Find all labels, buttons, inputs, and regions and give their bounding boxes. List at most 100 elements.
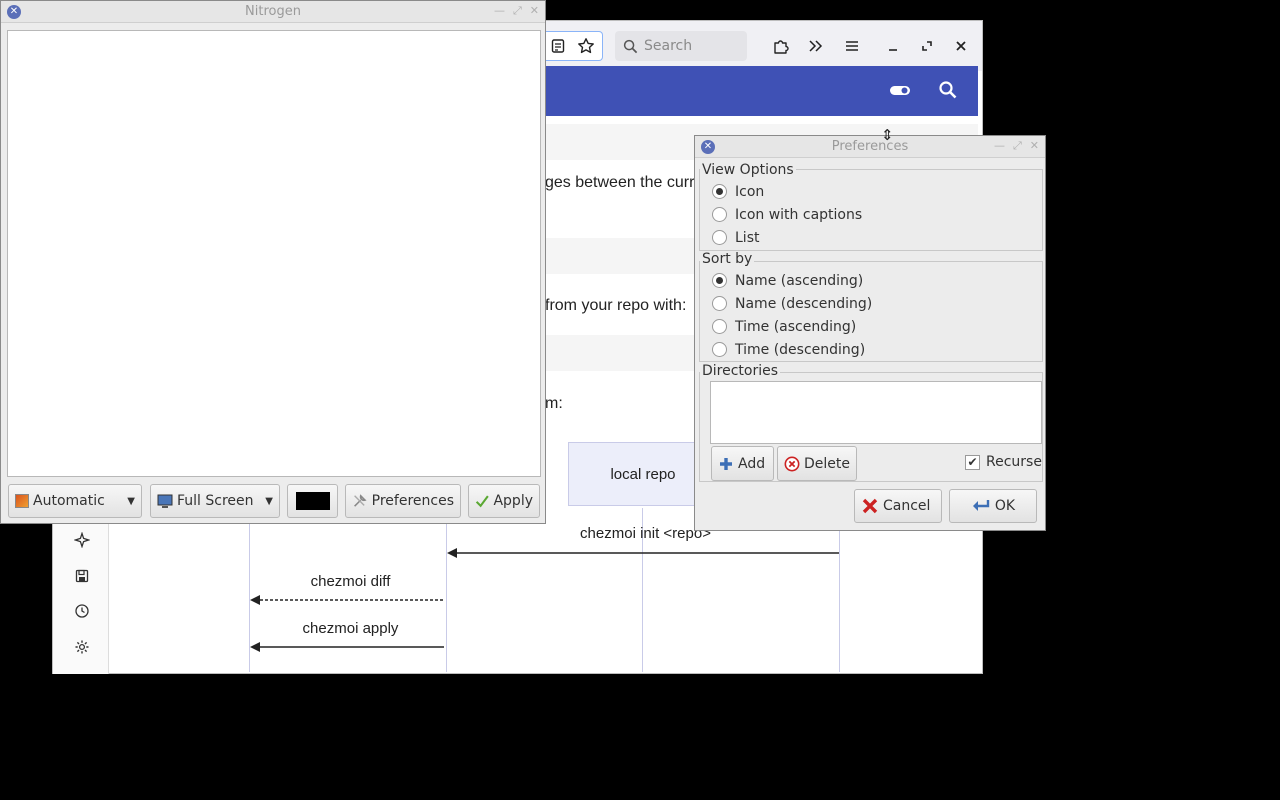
search-input[interactable]: Search <box>615 31 747 61</box>
minimize-icon[interactable]: — <box>994 139 1005 153</box>
plus-icon <box>720 457 732 470</box>
bookmark-star-icon[interactable] <box>573 33 599 59</box>
wallpaper-list[interactable] <box>7 30 541 477</box>
window-close-icon[interactable]: ✕ <box>7 5 21 19</box>
window-title: Preferences <box>831 139 909 154</box>
radio-button[interactable] <box>712 230 727 245</box>
radio-list[interactable]: List <box>712 226 862 249</box>
monitor-icon <box>157 494 173 508</box>
window-close-icon[interactable]: ✕ <box>701 140 715 154</box>
radio-label: Name (descending) <box>735 295 873 312</box>
sidebar <box>53 516 109 674</box>
radio-button[interactable] <box>712 296 727 311</box>
radio-name-ascending[interactable]: Name (ascending) <box>712 269 872 292</box>
history-clock-icon[interactable] <box>71 600 93 622</box>
dropdown-arrow-icon: ▼ <box>265 495 273 507</box>
overflow-chevron-icon[interactable] <box>803 33 829 59</box>
message-arrow <box>250 641 446 657</box>
search-icon <box>623 39 638 53</box>
view-options-group: Icon Icon with captions List <box>712 180 862 249</box>
close-icon[interactable]: ✕ <box>530 4 539 18</box>
radio-time-descending[interactable]: Time (descending) <box>712 338 872 361</box>
mode-select[interactable]: Automatic ▼ <box>8 484 142 518</box>
directories-list[interactable] <box>710 381 1042 444</box>
close-icon[interactable] <box>948 33 974 59</box>
preferences-button-label: Preferences <box>371 493 454 509</box>
settings-gear-icon[interactable] <box>71 636 93 658</box>
cancel-x-icon <box>862 498 878 514</box>
maximize-icon[interactable]: ⤢ <box>513 4 522 18</box>
cancel-button[interactable]: Cancel <box>854 489 942 523</box>
save-disk-icon[interactable] <box>71 565 93 587</box>
size-select[interactable]: Full Screen ▼ <box>150 484 280 518</box>
participant-label: local repo <box>610 465 676 483</box>
radio-label: Time (ascending) <box>735 318 857 335</box>
preferences-titlebar[interactable]: ✕ Preferences — ⤢ ✕ <box>695 136 1045 158</box>
minimize-icon[interactable]: — <box>494 4 505 18</box>
sort-by-title: Sort by <box>700 251 755 267</box>
resize-cursor-icon: ⇕ <box>881 126 894 144</box>
radio-label: List <box>735 229 760 246</box>
site-search-icon[interactable] <box>938 80 958 104</box>
page-text-line: from your repo with: <box>545 297 687 314</box>
cancel-button-label: Cancel <box>883 498 931 514</box>
sort-by-group: Name (ascending) Name (descending) Time … <box>712 269 872 361</box>
radio-label: Icon <box>735 183 765 200</box>
window-controls: — ⤢ ✕ <box>494 4 539 18</box>
search-placeholder: Search <box>644 38 693 54</box>
recurse-label: Recurse <box>986 454 1042 470</box>
radio-button[interactable] <box>712 207 727 222</box>
checkbox[interactable]: ✔ <box>965 454 980 470</box>
tools-icon <box>354 494 367 507</box>
preferences-dialog: ✕ Preferences — ⤢ ✕ ⇕ View Options Icon … <box>694 126 1046 531</box>
recurse-checkbox[interactable]: ✔ Recurse <box>965 454 1042 470</box>
menu-hamburger-icon[interactable] <box>839 33 865 59</box>
reader-mode-icon[interactable] <box>545 33 571 59</box>
message-label: chezmoi apply <box>302 620 399 637</box>
nitrogen-window: ✕ Nitrogen — ⤢ ✕ Automatic ▼ Full Screen… <box>0 0 546 524</box>
apply-button[interactable]: Apply <box>468 484 540 518</box>
minimize-icon[interactable] <box>880 33 906 59</box>
radio-button[interactable] <box>712 184 727 199</box>
page-text-line: m: <box>545 395 563 412</box>
radio-icon[interactable]: Icon <box>712 180 862 203</box>
ok-button-label: OK <box>994 498 1016 514</box>
radio-time-ascending[interactable]: Time (ascending) <box>712 315 872 338</box>
bg-color-swatch <box>295 492 330 510</box>
radio-button[interactable] <box>712 319 727 334</box>
page-text-line: ges between the curr <box>545 174 695 191</box>
size-select-value: Full Screen <box>177 493 254 509</box>
window-title: Nitrogen <box>245 4 301 19</box>
directories-title: Directories <box>700 363 781 379</box>
radio-label: Time (descending) <box>735 341 866 358</box>
radio-name-descending[interactable]: Name (descending) <box>712 292 872 315</box>
url-bar[interactable] <box>543 31 603 61</box>
view-options-title: View Options <box>700 162 796 178</box>
message-arrow <box>250 594 446 610</box>
maximize-icon[interactable]: ⤢ <box>1013 139 1022 153</box>
theme-toggle-icon[interactable] <box>888 82 912 102</box>
sparkle-icon[interactable] <box>71 529 93 551</box>
radio-icon-with-captions[interactable]: Icon with captions <box>712 203 862 226</box>
delete-button-label: Delete <box>804 455 850 472</box>
bg-color-button[interactable] <box>287 484 338 518</box>
extensions-icon[interactable] <box>768 33 794 59</box>
checkmark-icon <box>475 495 489 508</box>
delete-directory-button[interactable]: Delete <box>777 446 857 481</box>
dropdown-arrow-icon: ▼ <box>127 495 135 507</box>
radio-button[interactable] <box>712 342 727 357</box>
nitrogen-titlebar[interactable]: ✕ Nitrogen — ⤢ ✕ <box>1 1 545 23</box>
ok-button[interactable]: OK <box>949 489 1037 523</box>
color-swatch-icon <box>15 494 29 508</box>
mode-select-value: Automatic <box>33 493 105 509</box>
preferences-button[interactable]: Preferences <box>345 484 461 518</box>
radio-label: Icon with captions <box>735 206 863 223</box>
window-controls: — ⤢ ✕ <box>994 139 1039 153</box>
maximize-icon[interactable] <box>914 33 940 59</box>
add-button-label: Add <box>738 455 766 472</box>
radio-label: Name (ascending) <box>735 272 864 289</box>
delete-circle-icon <box>784 456 800 471</box>
radio-button[interactable] <box>712 273 727 288</box>
add-directory-button[interactable]: Add <box>711 446 774 481</box>
close-icon[interactable]: ✕ <box>1030 139 1039 153</box>
